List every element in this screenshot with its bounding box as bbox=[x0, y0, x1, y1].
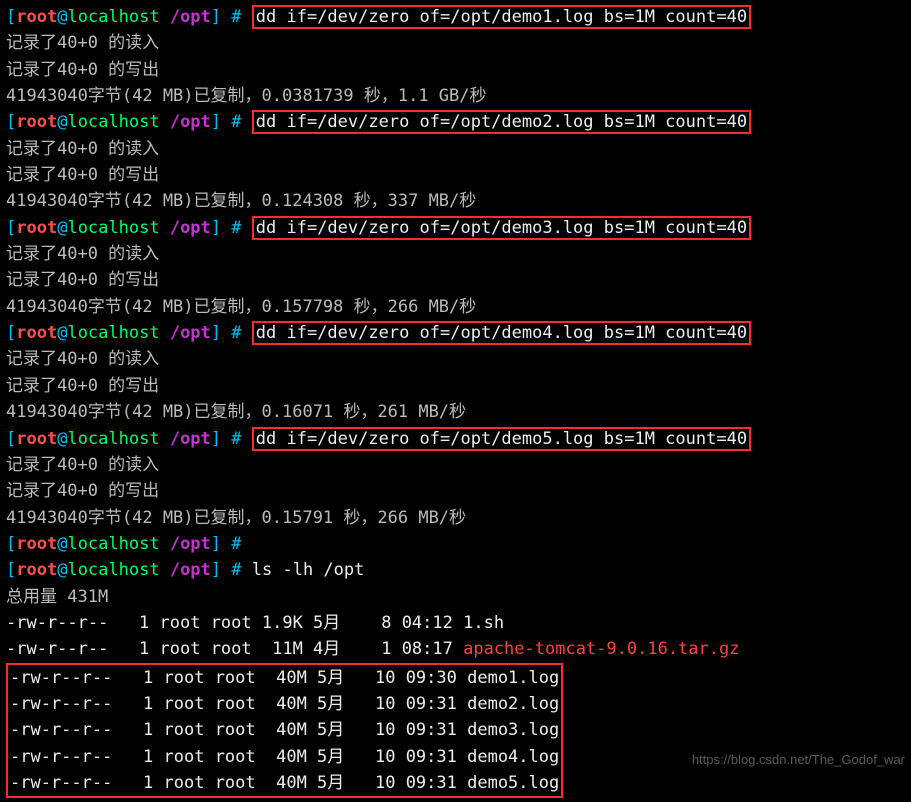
ls-row: -rw-r--r-- 1 root root 11M 4月 1 08:17 ap… bbox=[6, 636, 905, 662]
prompt-line-ls: [root@localhost /opt] # ls -lh /opt bbox=[6, 557, 905, 583]
dd-command-5: dd if=/dev/zero of=/opt/demo5.log bs=1M … bbox=[252, 427, 751, 451]
dd-output: 41943040字节(42 MB)已复制，0.124308 秒，337 MB/秒 bbox=[6, 188, 905, 214]
prompt-line: [root@localhost /opt] # dd if=/dev/zero … bbox=[6, 320, 905, 346]
ls-filename: apache-tomcat-9.0.16.tar.gz bbox=[463, 639, 739, 659]
ls-filename: demo5.log bbox=[467, 773, 559, 793]
dd-output: 记录了40+0 的读入 bbox=[6, 346, 905, 372]
dd-output: 41943040字节(42 MB)已复制，0.16071 秒，261 MB/秒 bbox=[6, 399, 905, 425]
ls-command: ls -lh /opt bbox=[252, 560, 365, 580]
terminal-output[interactable]: [root@localhost /opt] # dd if=/dev/zero … bbox=[6, 4, 905, 798]
prompt-line: [root@localhost /opt] # dd if=/dev/zero … bbox=[6, 215, 905, 241]
dd-command-1: dd if=/dev/zero of=/opt/demo1.log bs=1M … bbox=[252, 5, 751, 29]
dd-output: 记录了40+0 的写出 bbox=[6, 57, 905, 83]
dd-output: 记录了40+0 的写出 bbox=[6, 373, 905, 399]
dd-output: 记录了40+0 的写出 bbox=[6, 478, 905, 504]
ls-row-highlighted: -rw-r--r-- 1 root root 40M 5月 10 09:31 d… bbox=[10, 691, 559, 717]
watermark-text: https://blog.csdn.net/The_Godof_war bbox=[692, 750, 905, 770]
dd-output: 记录了40+0 的读入 bbox=[6, 136, 905, 162]
ls-filename: 1.sh bbox=[463, 613, 504, 633]
ls-row-highlighted: -rw-r--r-- 1 root root 40M 5月 10 09:31 d… bbox=[10, 770, 559, 796]
dd-output: 记录了40+0 的写出 bbox=[6, 267, 905, 293]
dd-output: 41943040字节(42 MB)已复制，0.0381739 秒，1.1 GB/… bbox=[6, 83, 905, 109]
dd-output: 记录了40+0 的读入 bbox=[6, 30, 905, 56]
dd-output: 记录了40+0 的读入 bbox=[6, 241, 905, 267]
ls-total: 总用量 431M bbox=[6, 584, 905, 610]
ls-highlight-block: -rw-r--r-- 1 root root 40M 5月 10 09:30 d… bbox=[6, 663, 563, 799]
prompt-line: [root@localhost /opt] # dd if=/dev/zero … bbox=[6, 4, 905, 30]
prompt-line: [root@localhost /opt] # dd if=/dev/zero … bbox=[6, 426, 905, 452]
prompt-line-empty: [root@localhost /opt] # bbox=[6, 531, 905, 557]
ls-filename: demo2.log bbox=[467, 694, 559, 714]
ls-filename: demo3.log bbox=[467, 720, 559, 740]
ls-row-highlighted: -rw-r--r-- 1 root root 40M 5月 10 09:30 d… bbox=[10, 665, 559, 691]
ls-filename: demo4.log bbox=[467, 747, 559, 767]
dd-command-4: dd if=/dev/zero of=/opt/demo4.log bs=1M … bbox=[252, 321, 751, 345]
ls-row: -rw-r--r-- 1 root root 1.9K 5月 8 04:12 1… bbox=[6, 610, 905, 636]
ls-row-highlighted: -rw-r--r-- 1 root root 40M 5月 10 09:31 d… bbox=[10, 744, 559, 770]
prompt-line: [root@localhost /opt] # dd if=/dev/zero … bbox=[6, 109, 905, 135]
dd-output: 41943040字节(42 MB)已复制，0.157798 秒，266 MB/秒 bbox=[6, 294, 905, 320]
ls-filename: demo1.log bbox=[467, 668, 559, 688]
dd-command-3: dd if=/dev/zero of=/opt/demo3.log bs=1M … bbox=[252, 216, 751, 240]
dd-output: 41943040字节(42 MB)已复制，0.15791 秒，266 MB/秒 bbox=[6, 505, 905, 531]
ls-row-highlighted: -rw-r--r-- 1 root root 40M 5月 10 09:31 d… bbox=[10, 717, 559, 743]
dd-output: 记录了40+0 的读入 bbox=[6, 452, 905, 478]
dd-command-2: dd if=/dev/zero of=/opt/demo2.log bs=1M … bbox=[252, 110, 751, 134]
dd-output: 记录了40+0 的写出 bbox=[6, 162, 905, 188]
